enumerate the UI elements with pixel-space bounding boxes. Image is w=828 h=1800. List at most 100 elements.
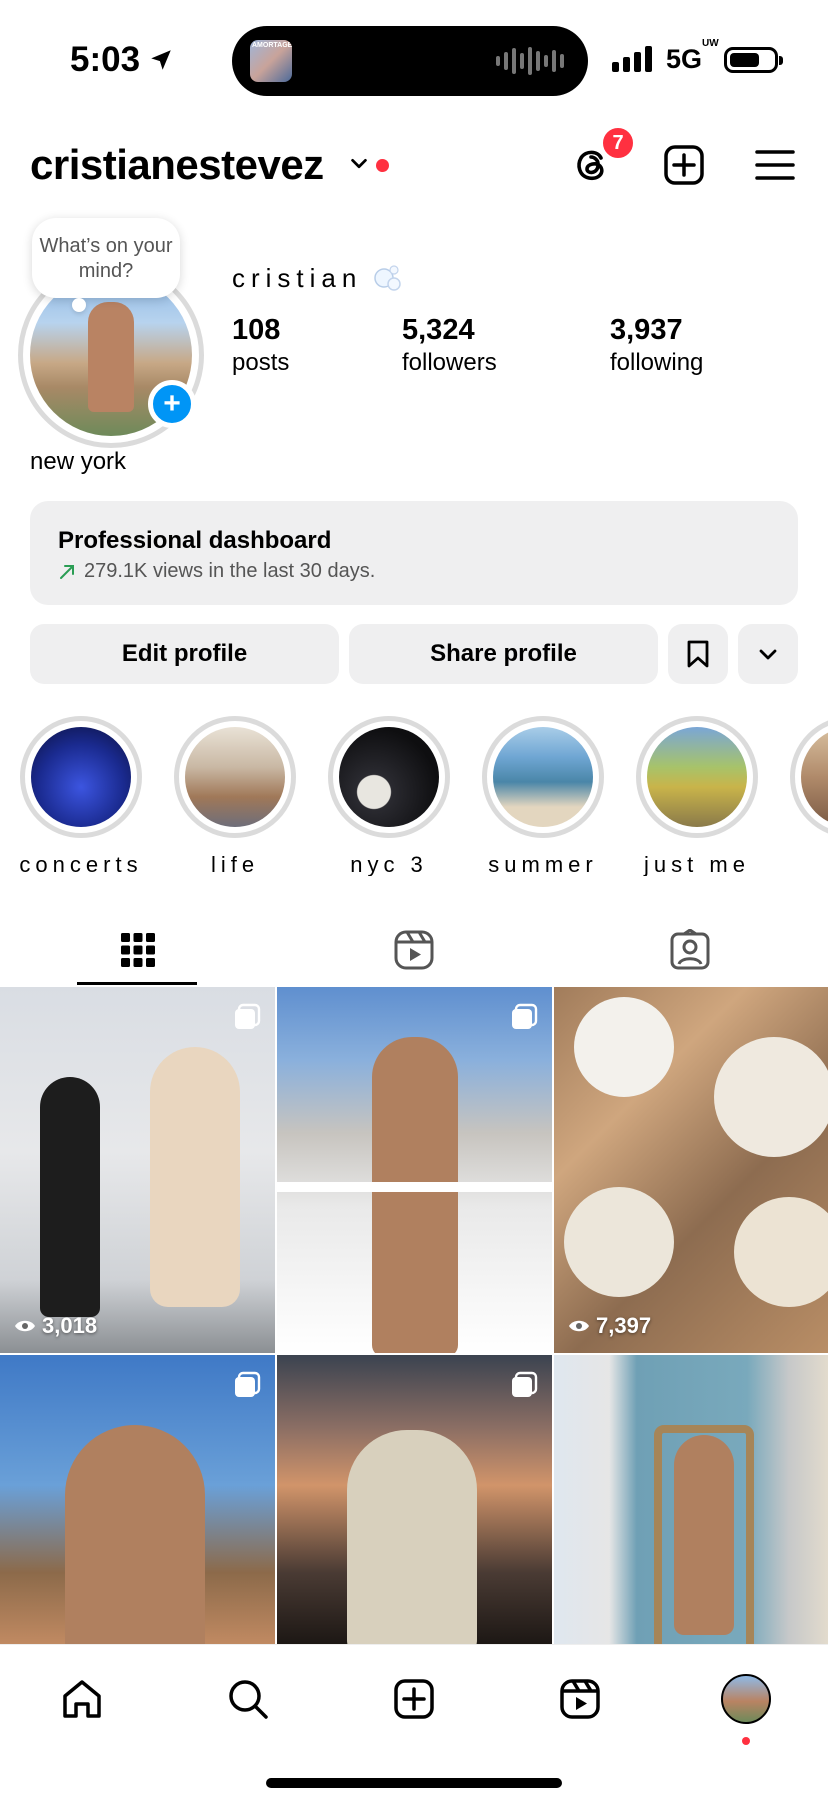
highlight-label: life [210,852,260,876]
reels-icon [560,1679,600,1719]
highlight-cover-ring [328,716,450,838]
highlight-label: summer [488,852,598,876]
profile-tabs [0,912,828,987]
stat-followers[interactable]: 5,324 followers [402,312,497,378]
saved-button[interactable] [668,624,728,684]
highlight-cover [801,727,828,827]
nav-reels[interactable] [550,1669,610,1729]
stat-following-value: 3,937 [610,314,683,346]
carousel-icon [235,1003,261,1029]
note-thought-bubble[interactable]: What’s on your mind? [32,218,180,312]
highlight-cover-ring [174,716,296,838]
highlight-cover [647,727,747,827]
post-tile[interactable] [554,1355,828,1644]
chevron-down-icon [759,649,777,660]
tab-posts-grid[interactable] [0,912,276,987]
post-tile[interactable] [277,1355,552,1644]
view-count: 3,018 [14,1313,97,1339]
search-icon [229,1680,268,1719]
stat-posts-value: 108 [232,314,281,346]
trend-up-icon [60,564,74,579]
bookmark-icon [687,640,709,668]
create-button[interactable] [660,141,708,189]
display-name: cristian [232,263,363,293]
status-time-text: 5:03 [70,40,141,79]
post-tile[interactable]: 7,397 [554,987,828,1353]
cellular-signal-icon [612,46,652,72]
reels-icon [394,930,434,969]
location-arrow-icon [151,50,171,70]
profile-activity-dot [742,1737,750,1745]
highlight-label: just me [644,852,750,876]
view-count: 7,397 [568,1313,651,1339]
post-tile[interactable] [277,987,552,1353]
hamburger-menu-icon [755,150,795,180]
view-count-text: 7,397 [596,1313,652,1338]
home-icon [63,1680,101,1718]
threads-notification-badge: 7 [600,125,636,161]
nav-profile[interactable] [716,1669,776,1729]
nav-profile-avatar [721,1674,771,1724]
highlight-label: nyc 3 [350,852,428,876]
bubbles-emoji-icon [374,265,401,291]
highlight-just-me[interactable]: just me [620,716,774,876]
professional-dashboard[interactable]: Professional dashboard 279.1K views in t… [30,501,798,605]
stat-following[interactable]: 3,937 following [610,312,703,378]
post-tile[interactable] [0,1355,275,1644]
highlight-nyc-3[interactable]: nyc 3 [312,716,466,876]
highlight-cover [339,727,439,827]
account-username[interactable]: cristianestevez [30,141,324,189]
chevron-down-icon[interactable] [348,153,370,175]
view-count-text: 3,018 [42,1313,98,1338]
highlight-cover-ring [20,716,142,838]
highlight-cover [493,727,593,827]
stat-posts-label: posts [232,349,290,376]
dynamic-island[interactable]: AMORTAGE [232,26,588,96]
share-profile-button[interactable]: Share profile [349,624,658,684]
network-sup: UW [702,38,719,49]
now-playing-artwork: AMORTAGE [250,40,292,82]
carousel-icon [512,1003,538,1029]
nav-home[interactable] [52,1669,112,1729]
plus-square-icon [664,145,704,185]
eye-icon [15,1320,35,1332]
nav-search[interactable] [218,1669,278,1729]
stat-followers-label: followers [402,349,497,376]
eye-icon [569,1320,589,1332]
highlight-concerts[interactable]: concerts [4,716,158,876]
profile-header: cristianestevez 7 [0,125,828,195]
nav-create[interactable] [384,1669,444,1729]
dashboard-subtitle-row: 279.1K views in the last 30 days. [58,560,770,583]
tab-reels[interactable] [276,912,552,987]
bottom-tab-bar [0,1644,828,1800]
network-type: 5GUW [666,38,719,75]
highlight-label: concerts [19,852,143,876]
stat-posts[interactable]: 108 posts [232,312,289,378]
plus-icon: + [163,387,181,420]
grid-icon [121,932,155,967]
menu-button[interactable] [751,141,799,189]
battery-icon [724,47,783,73]
highlight-cover [185,727,285,827]
suggested-users-button[interactable] [738,624,798,684]
active-tab-indicator [77,982,197,985]
highlight-partial[interactable]: n [774,716,828,876]
tab-tagged[interactable] [552,912,828,987]
highlight-summer[interactable]: summer [466,716,620,876]
stat-followers-value: 5,324 [402,314,475,346]
highlight-life[interactable]: life [158,716,312,876]
home-indicator[interactable] [266,1778,562,1788]
highlight-cover [31,727,131,827]
audio-waveform-icon [496,46,564,76]
status-bar: 5:03 AMORTAGE 5GUW [0,0,828,110]
add-story-button[interactable]: + [148,380,196,428]
network-label: 5G [666,44,703,74]
carousel-icon [235,1371,261,1397]
posts-grid: 3,018 7,397 [0,987,828,1644]
highlight-cover-ring [790,716,828,838]
stat-following-label: following [610,349,704,376]
edit-profile-button[interactable]: Edit profile [30,624,339,684]
tagged-person-icon [670,928,710,969]
highlight-label: n [774,852,828,876]
post-tile[interactable]: 3,018 [0,987,275,1353]
